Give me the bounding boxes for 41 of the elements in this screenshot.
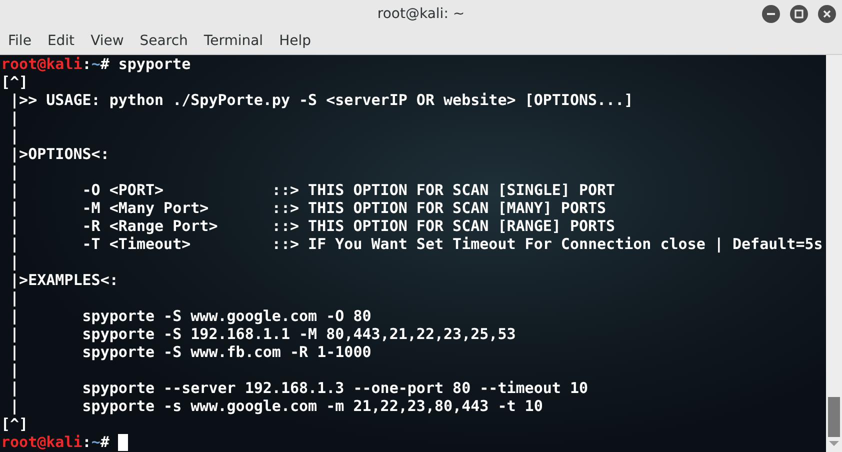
prompt-path: ~ xyxy=(91,433,100,451)
output-line: |>OPTIONS<: xyxy=(9,145,110,163)
prompt-symbol: # xyxy=(100,433,110,451)
minimize-icon[interactable] xyxy=(762,5,780,23)
output-line: | -R <Range Port> ::> THIS OPTION FOR SCAN [RANGE] PORTS xyxy=(9,217,616,235)
output-line: [^] xyxy=(1,415,28,433)
menu-item[interactable]: Edit xyxy=(39,33,83,49)
scrollbar-thumb[interactable] xyxy=(828,397,840,437)
prompt-path: ~ xyxy=(91,55,100,73)
output-line: | xyxy=(9,253,20,271)
scrollbar[interactable] xyxy=(826,55,842,452)
output-line: | spyporte -S 192.168.1.1 -M 80,443,21,22,23,25,53 xyxy=(9,325,516,343)
close-icon[interactable] xyxy=(818,5,836,23)
menu-item[interactable]: Terminal xyxy=(196,33,272,49)
output-line: | spyporte -S www.google.com -O 80 xyxy=(9,307,372,325)
output-line: | spyporte -S www.fb.com -R 1-1000 xyxy=(9,343,372,361)
prompt-separator: : xyxy=(82,55,92,73)
maximize-icon[interactable] xyxy=(790,5,808,23)
prompt-separator: : xyxy=(82,433,92,451)
output-line: | xyxy=(9,361,20,379)
output-line: | xyxy=(9,109,20,127)
menu-item[interactable]: Search xyxy=(132,33,196,49)
command-text: spyporte xyxy=(118,55,191,73)
output-line: | spyporte -s www.google.com -m 21,22,23,80,443 -t 10 xyxy=(9,397,543,415)
output-line: | spyporte --server 192.168.1.3 --one-port 80 --timeout 10 xyxy=(9,379,588,397)
prompt-user-host: root@kali xyxy=(1,55,82,73)
output-line: | -O <PORT> ::> THIS OPTION FOR SCAN [SINGLE] PORT xyxy=(9,181,616,199)
output-line: | -M <Many Port> ::> THIS OPTION FOR SCAN [MANY] PORTS xyxy=(9,199,606,217)
menu-item[interactable]: File xyxy=(0,33,40,49)
output-line: |>EXAMPLES<: xyxy=(9,271,118,289)
window-title: root@kali: ~ xyxy=(377,6,465,22)
menu-item[interactable]: Help xyxy=(271,33,319,49)
prompt-user-host: root@kali xyxy=(1,433,82,451)
prompt-symbol: # xyxy=(100,55,110,73)
output-line: | xyxy=(9,127,20,145)
output-line: [^] xyxy=(1,73,28,91)
menu-item[interactable]: View xyxy=(82,33,132,49)
output-line: | -T <Timeout> ::> IF You Want Set Timeout For Connection close | Default=5s xyxy=(9,235,823,253)
output-line: | xyxy=(9,289,20,307)
output-line: | xyxy=(9,163,20,181)
output-line: |>> USAGE: python ./SpyPorte.py -S <serverIP OR website> [OPTIONS...] xyxy=(9,91,634,109)
